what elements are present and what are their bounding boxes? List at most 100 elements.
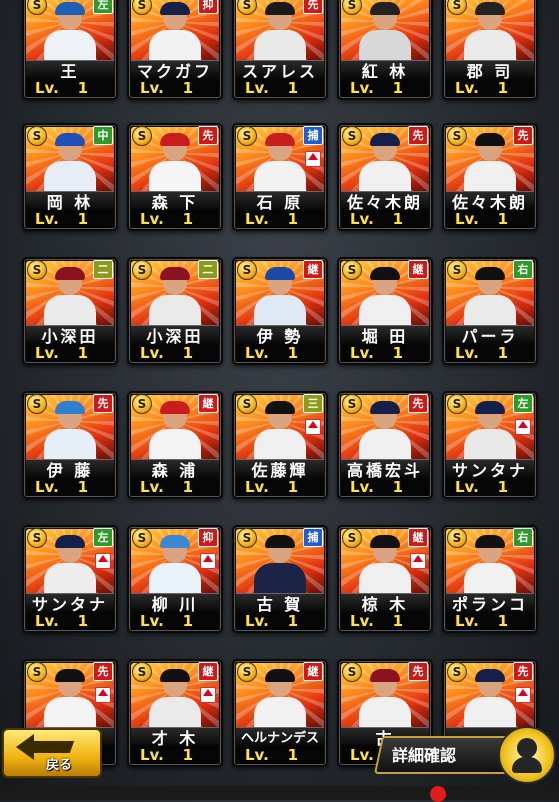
player-card[interactable]: S継森 浦 Lv. 1 [127,391,223,499]
s-rank-badge: S [132,126,152,146]
player-cap [475,669,505,682]
position-badge: 左 [93,0,113,14]
player-card[interactable]: S先森 下 Lv. 1 [127,123,223,231]
player-card[interactable]: S捕石 原 Lv. 1 [232,123,328,231]
player-card[interactable]: S 先高橋宏斗 Lv. 1 [337,391,433,499]
player-uniform [464,295,516,325]
level-label: Lv. [350,79,374,97]
level-value: 1 [497,210,508,228]
detail-confirm-button[interactable]: 詳細確認 [373,726,556,784]
player-card[interactable]: S抑柳 川 Lv. 1 [127,525,223,633]
player-card-grid: S 左王 Lv. 1 S 抑マクガフ Lv. 1 S 先スアレス Lv. 1 S 紅 林 Lv. 1 S 郡 司L… [0,0,559,800]
player-card[interactable]: S 左サンタナ Lv. 1 [442,391,538,499]
position-badge: 継 [303,260,323,279]
player-card[interactable]: S継才 木 Lv. 1 [127,659,223,767]
position-badge: 右 [513,260,533,279]
player-card[interactable]: S先伊 藤 Lv. 1 [22,391,118,499]
player-cap [475,133,505,146]
position-badge: 先 [513,126,533,145]
player-figure [147,399,203,459]
player-cap [55,401,85,414]
level-row: Lv. 1 [26,344,114,362]
position-badge: 先 [408,126,428,145]
player-card[interactable]: S継伊 勢 Lv. 1 [232,257,328,365]
player-figure [462,399,518,459]
player-uniform [464,161,516,191]
level-row: Lv. 1 [236,344,324,362]
player-uniform [359,429,411,459]
s-rank-badge: S [342,662,362,682]
player-card[interactable]: S 継ヘルナンデス Lv. 1 [232,659,328,767]
level-row: Lv. 1 [446,344,534,362]
level-value: 1 [287,478,298,496]
level-row: Lv. 1 [341,79,429,97]
level-row: Lv. 1 [341,478,429,496]
position-badge: 先 [408,394,428,413]
back-button[interactable]: 戻る [2,722,104,778]
player-card[interactable]: S 先佐々木朗 Lv. 1 [442,123,538,231]
player-figure [252,667,308,727]
player-figure [357,667,413,727]
player-uniform [464,563,516,593]
level-label: Lv. [350,344,374,362]
player-card[interactable]: S 左サンタナ Lv. 1 [22,525,118,633]
level-value: 1 [497,79,508,97]
position-badge: 継 [303,662,323,681]
player-card[interactable]: S 左王 Lv. 1 [22,0,118,100]
level-row: Lv. 1 [341,344,429,362]
player-uniform [44,30,96,60]
s-rank-badge: S [237,394,257,414]
s-rank-badge: S [342,126,362,146]
position-badge: 先 [93,394,113,413]
position-badge: 抑 [198,0,218,14]
position-badge: 二 [198,260,218,279]
player-card[interactable]: S 二小深田 Lv. 1 [127,257,223,365]
player-uniform [359,30,411,60]
player-cap [265,133,295,146]
s-rank-badge: S [447,662,467,682]
player-figure [42,265,98,325]
player-card[interactable]: S継堀 田 Lv. 1 [337,257,433,365]
player-figure [252,0,308,60]
player-card[interactable]: S捕古 賀 Lv. 1 [232,525,328,633]
player-card[interactable]: S 二小深田 Lv. 1 [22,257,118,365]
back-arrow-tail [29,741,75,753]
player-card[interactable]: S 三佐藤輝 Lv. 1 [232,391,328,499]
player-figure [147,265,203,325]
s-rank-badge: S [237,528,257,548]
player-uniform [359,563,411,593]
player-uniform [44,563,96,593]
player-uniform [464,429,516,459]
level-value: 1 [287,746,298,764]
player-card[interactable]: S 右ポランコ Lv. 1 [442,525,538,633]
detail-confirm-label: 詳細確認 [392,746,457,765]
player-uniform [149,295,201,325]
level-value: 1 [392,612,403,630]
level-label: Lv. [140,210,164,228]
level-row: Lv. 1 [131,746,219,764]
level-value: 1 [182,210,193,228]
player-card[interactable]: S郡 司 Lv. 1 [442,0,538,100]
player-card[interactable]: S紅 林 Lv. 1 [337,0,433,100]
player-card[interactable]: S 先佐々木朗 Lv. 1 [337,123,433,231]
level-row: Lv. 1 [236,210,324,228]
player-cap [265,535,295,548]
s-rank-badge: S [27,394,47,414]
level-value: 1 [77,210,88,228]
player-card[interactable]: S 右パーラ Lv. 1 [442,257,538,365]
player-cap [160,401,190,414]
player-figure [462,0,518,60]
player-card[interactable]: S 先スアレス Lv. 1 [232,0,328,100]
level-value: 1 [182,746,193,764]
level-label: Lv. [245,344,269,362]
player-figure [357,265,413,325]
player-card[interactable]: S中岡 林 Lv. 1 [22,123,118,231]
player-card[interactable]: S継椋 木 Lv. 1 [337,525,433,633]
player-uniform [149,697,201,727]
s-rank-badge: S [447,528,467,548]
player-card[interactable]: S 抑マクガフ Lv. 1 [127,0,223,100]
level-label: Lv. [140,79,164,97]
player-figure [42,667,98,727]
player-figure [357,0,413,60]
player-uniform [44,161,96,191]
